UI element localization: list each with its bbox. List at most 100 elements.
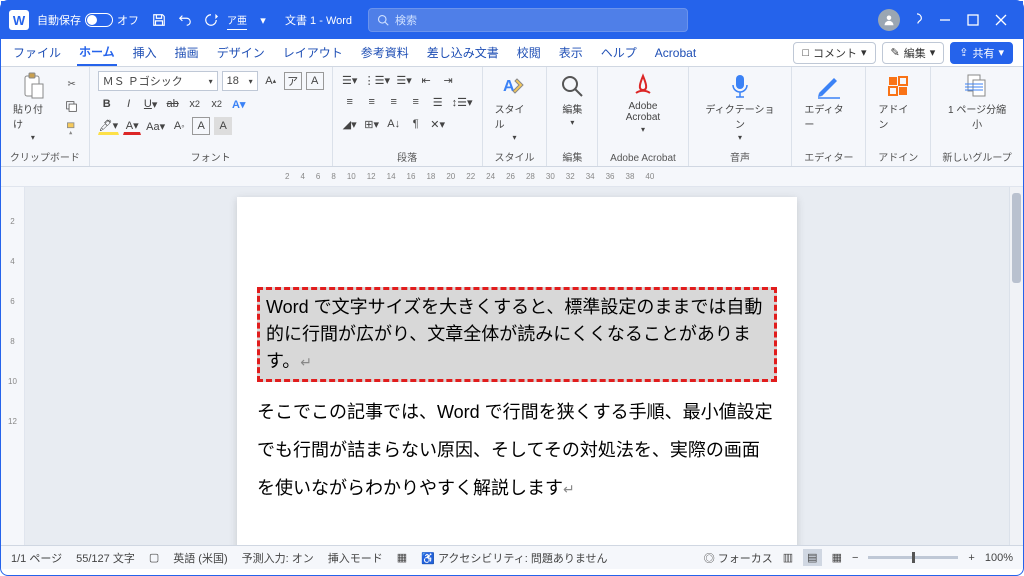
asian-layout-icon[interactable]: ✕▾: [429, 115, 447, 133]
tab-references[interactable]: 参考資料: [359, 40, 411, 65]
comments-button[interactable]: □ コメント ▾: [793, 42, 875, 64]
save-icon[interactable]: [149, 10, 169, 30]
editor-button[interactable]: エディター: [800, 71, 857, 133]
tab-mailings[interactable]: 差し込み文書: [425, 40, 501, 65]
view-web-icon[interactable]: ▦: [832, 551, 842, 564]
editor-icon: [816, 73, 842, 99]
align-center-icon[interactable]: ≡: [363, 93, 381, 111]
status-macro-icon[interactable]: ▦: [397, 551, 407, 564]
multilevel-icon[interactable]: ☰▾: [395, 71, 413, 89]
tab-home[interactable]: ホーム: [77, 39, 117, 66]
view-print-icon[interactable]: ▤: [803, 549, 821, 566]
addin-button[interactable]: アドイン: [874, 71, 922, 133]
italic-button[interactable]: I: [120, 95, 138, 113]
zoom-in-button[interactable]: +: [968, 552, 974, 564]
styles-button[interactable]: Aスタイル▾: [491, 71, 539, 144]
indent-dec-icon[interactable]: ⇤: [417, 71, 435, 89]
search-box[interactable]: 検索: [368, 8, 688, 32]
view-read-icon[interactable]: ▥: [783, 551, 793, 564]
align-justify-icon[interactable]: ≡: [407, 93, 425, 111]
help-button[interactable]: [903, 6, 931, 34]
tab-insert[interactable]: 挿入: [131, 40, 159, 65]
redo-icon[interactable]: [201, 10, 221, 30]
font-quick-icon[interactable]: ア亜: [227, 10, 247, 30]
text-effects-icon[interactable]: A▾: [230, 95, 248, 113]
status-spell-icon[interactable]: ▢: [149, 551, 159, 564]
editing-mode-button[interactable]: ✎ 編集 ▾: [882, 42, 945, 64]
paragraph-2[interactable]: そこでこの記事では、Word で行間を狭くする手順、最小値設定でも行間が詰まらな…: [257, 394, 777, 507]
undo-icon[interactable]: [175, 10, 195, 30]
horizontal-ruler[interactable]: 246810121416182022242628303234363840: [1, 167, 1023, 187]
indent-inc-icon[interactable]: ⇥: [439, 71, 457, 89]
account-button[interactable]: [875, 6, 903, 34]
zoom-slider[interactable]: [868, 556, 958, 559]
editing-button[interactable]: 編集▾: [555, 71, 589, 129]
numbering-icon[interactable]: ⋮☰▾: [363, 71, 391, 89]
share-button[interactable]: ⇪ 共有 ▾: [950, 42, 1013, 64]
zoom-level[interactable]: 100%: [985, 552, 1013, 564]
borders-icon[interactable]: ⊞▾: [363, 115, 381, 133]
qat-dropdown-icon[interactable]: ▾: [253, 10, 273, 30]
minimize-button[interactable]: [931, 6, 959, 34]
vertical-scrollbar[interactable]: [1009, 187, 1023, 545]
char-shade-icon[interactable]: A: [214, 117, 232, 135]
copy-icon[interactable]: [63, 97, 81, 115]
status-predict[interactable]: 予測入力: オン: [242, 550, 314, 566]
group-editing: 編集▾ 編集: [547, 67, 598, 166]
close-button[interactable]: [987, 6, 1015, 34]
tab-draw[interactable]: 描画: [173, 40, 201, 65]
status-a11y[interactable]: ♿ アクセシビリティ: 問題ありません: [421, 550, 607, 566]
sort-icon[interactable]: A↓: [385, 115, 403, 133]
tab-help[interactable]: ヘルプ: [599, 40, 639, 65]
tab-design[interactable]: デザイン: [215, 40, 267, 65]
tab-acrobat[interactable]: Acrobat: [653, 42, 698, 64]
maximize-button[interactable]: [959, 6, 987, 34]
strike-button[interactable]: ab: [164, 95, 182, 113]
change-case-icon[interactable]: Aa▾: [145, 117, 166, 135]
font-color-icon[interactable]: A▾: [123, 117, 141, 135]
show-marks-icon[interactable]: ¶: [407, 115, 425, 133]
tab-layout[interactable]: レイアウト: [281, 40, 345, 65]
autosave-toggle[interactable]: 自動保存 オフ: [37, 12, 139, 28]
clipboard-icon: [20, 73, 46, 99]
format-painter-icon[interactable]: [63, 119, 81, 137]
acrobat-icon: [630, 73, 656, 99]
char-scale-icon[interactable]: A◦: [170, 117, 188, 135]
status-insert[interactable]: 挿入モード: [328, 550, 383, 566]
vertical-ruler[interactable]: 24681012: [1, 187, 25, 545]
acrobat-button[interactable]: Adobe Acrobat▾: [606, 71, 679, 136]
status-words[interactable]: 55/127 文字: [76, 550, 135, 566]
zoom-out-button[interactable]: −: [852, 552, 858, 564]
dictation-button[interactable]: ディクテーション▾: [697, 71, 784, 144]
font-size-select[interactable]: 18▾: [222, 71, 258, 91]
char-border-icon[interactable]: A: [192, 117, 210, 135]
focus-mode-button[interactable]: ◎ フォーカス: [704, 550, 773, 566]
tab-view[interactable]: 表示: [557, 40, 585, 65]
status-language[interactable]: 英語 (米国): [173, 550, 227, 566]
document-canvas[interactable]: Word で文字サイズを大きくすると、標準設定のままでは自動的に行間が広がり、文…: [25, 187, 1009, 545]
page: Word で文字サイズを大きくすると、標準設定のままでは自動的に行間が広がり、文…: [237, 197, 797, 545]
phonetic-icon[interactable]: ア: [284, 72, 302, 90]
shrink-page-button[interactable]: 1 ページ分縮小: [939, 71, 1015, 133]
font-name-select[interactable]: ＭＳ Ｐゴシック▾: [98, 71, 218, 91]
status-page[interactable]: 1/1 ページ: [11, 550, 62, 566]
shading-icon[interactable]: ◢▾: [341, 115, 359, 133]
scrollbar-thumb[interactable]: [1012, 193, 1021, 283]
paragraph-1[interactable]: Word で文字サイズを大きくすると、標準設定のままでは自動的に行間が広がり、文…: [266, 294, 768, 375]
superscript-button[interactable]: x2: [208, 95, 226, 113]
enclose-char-icon[interactable]: A: [306, 72, 324, 90]
subscript-button[interactable]: x2: [186, 95, 204, 113]
line-spacing-icon[interactable]: ↕☰▾: [451, 93, 474, 111]
tab-file[interactable]: ファイル: [11, 40, 63, 65]
distribute-icon[interactable]: ☰: [429, 93, 447, 111]
highlight-icon[interactable]: 🖊▾: [98, 117, 120, 135]
underline-button[interactable]: U ▾: [142, 95, 160, 113]
bullets-icon[interactable]: ☰▾: [341, 71, 359, 89]
cut-icon[interactable]: ✂: [63, 75, 81, 93]
tab-review[interactable]: 校閲: [515, 40, 543, 65]
grow-font-icon[interactable]: A▴: [262, 72, 280, 90]
bold-button[interactable]: B: [98, 95, 116, 113]
align-right-icon[interactable]: ≡: [385, 93, 403, 111]
paste-button[interactable]: 貼り付け ▾: [9, 71, 57, 144]
align-left-icon[interactable]: ≡: [341, 93, 359, 111]
